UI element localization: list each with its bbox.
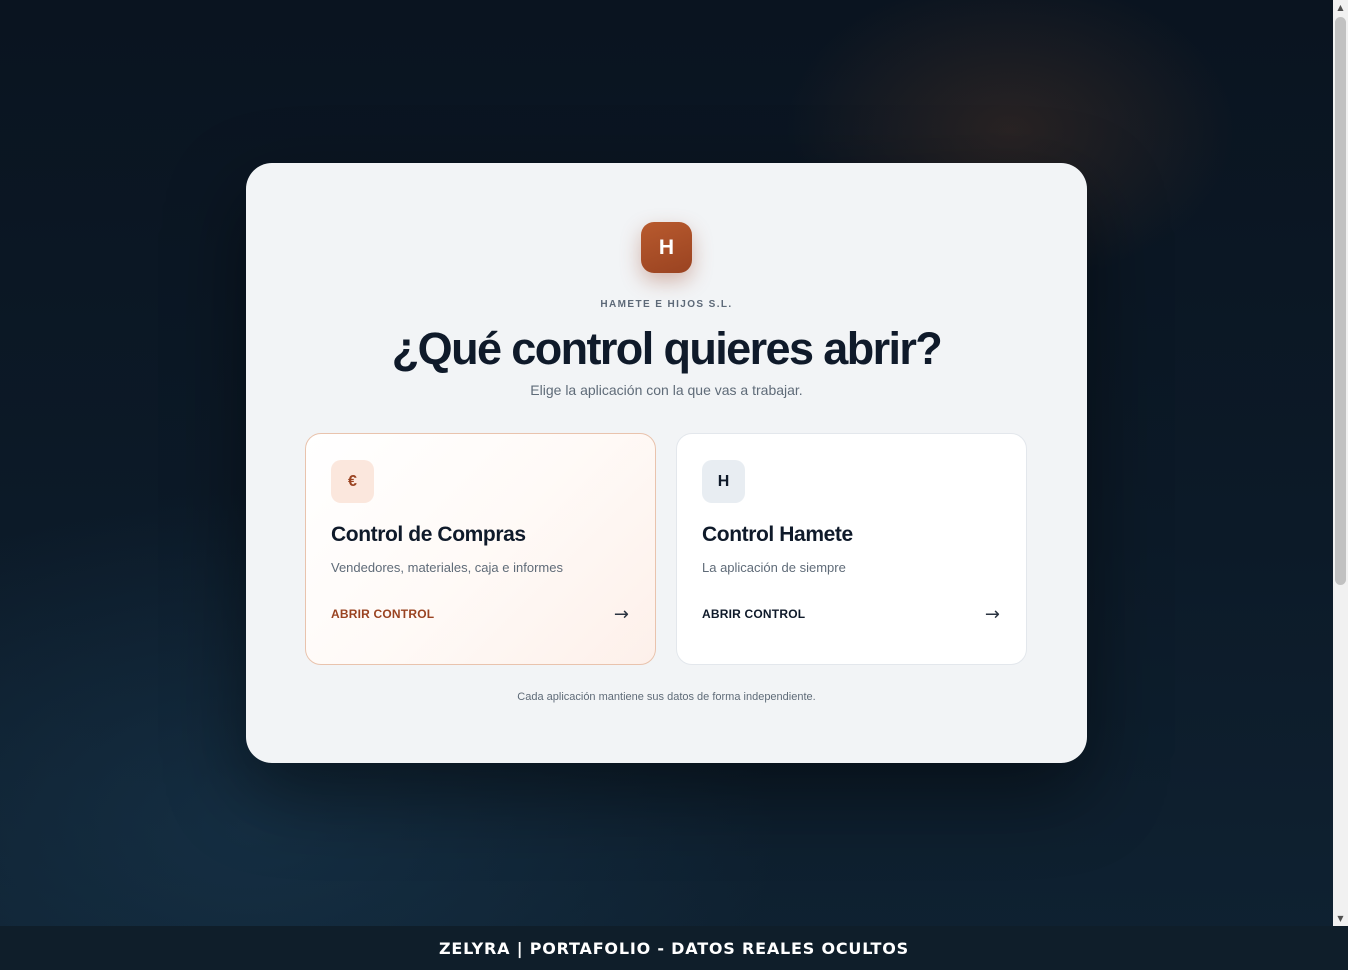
app-card-description: La aplicación de siempre <box>702 560 846 575</box>
app-card-control-de-compras[interactable]: € Control de Compras Vendedores, materia… <box>305 433 656 665</box>
portfolio-banner: ZELYRA | PORTAFOLIO - DATOS REALES OCULT… <box>0 926 1348 970</box>
page-subtitle: Elige la aplicación con la que vas a tra… <box>530 382 803 398</box>
scroll-up-arrow-icon[interactable]: ▲ <box>1333 0 1348 15</box>
app-card-title: Control Hamete <box>702 523 853 546</box>
banner-text: ZELYRA | PORTAFOLIO - DATOS REALES OCULT… <box>439 938 909 958</box>
footnote: Cada aplicación mantiene sus datos de fo… <box>517 691 816 703</box>
company-name: HAMETE E HIJOS S.L. <box>600 299 733 310</box>
app-selector-card: H HAMETE E HIJOS S.L. ¿Qué control quier… <box>246 163 1087 763</box>
page-viewport: H HAMETE E HIJOS S.L. ¿Qué control quier… <box>0 0 1333 926</box>
h-letter-icon: H <box>702 460 745 503</box>
app-card-title: Control de Compras <box>331 523 526 546</box>
arrow-right-icon[interactable]: → <box>985 604 1000 625</box>
logo-letter: H <box>658 235 675 259</box>
page-title: ¿Qué control quieres abrir? <box>391 323 943 374</box>
open-control-link[interactable]: ABRIR CONTROL <box>702 607 805 621</box>
app-card-control-hamete[interactable]: H Control Hamete La aplicación de siempr… <box>676 433 1027 665</box>
open-control-link[interactable]: ABRIR CONTROL <box>331 607 434 621</box>
euro-icon: € <box>331 460 374 503</box>
app-card-description: Vendedores, materiales, caja e informes <box>331 560 563 575</box>
arrow-right-icon[interactable]: → <box>614 604 629 625</box>
scrollbar-thumb[interactable] <box>1335 17 1346 585</box>
vertical-scrollbar[interactable]: ▲ ▼ <box>1333 0 1348 926</box>
scroll-down-arrow-icon[interactable]: ▼ <box>1333 911 1348 926</box>
company-logo: H <box>641 222 692 273</box>
